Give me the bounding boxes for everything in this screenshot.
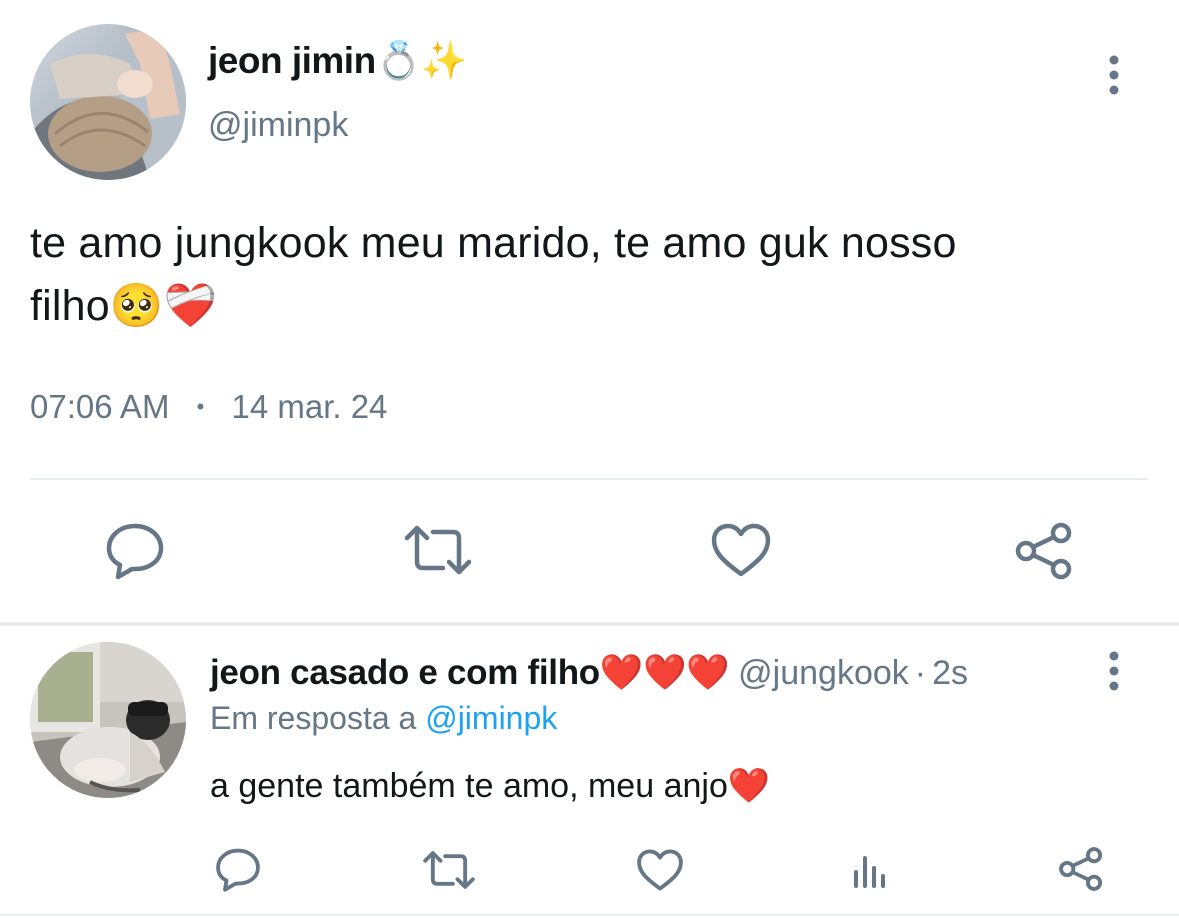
tweet-text-line2: filho — [30, 282, 110, 330]
tweet-date: 14 mar. 24 — [231, 388, 388, 425]
reply-text: a gente também te amo, meu anjo❤️ — [210, 766, 770, 806]
author-name[interactable]: jeon jimin — [208, 40, 376, 81]
reply-author-name[interactable]: jeon casado e com filho — [210, 653, 600, 692]
tweet-text-emoji: 🥺❤️‍🩹 — [109, 282, 218, 330]
author-name-emoji: 💍✨ — [375, 40, 468, 81]
divider — [30, 478, 1148, 480]
reply-context: Em resposta a @jiminpk — [210, 700, 557, 737]
reply-author-handle[interactable]: @jungkook — [738, 654, 909, 692]
reply-context-prefix: Em resposta a — [210, 700, 426, 736]
analytics-icon[interactable] — [850, 850, 890, 890]
reply-author-name-emoji: ❤️❤️❤️ — [599, 653, 730, 692]
reply-icon[interactable] — [104, 520, 166, 580]
reply-share-icon[interactable] — [1058, 846, 1104, 892]
tweet-text: te amo jungkook meu marido, te amo guk n… — [30, 212, 1150, 338]
reply-avatar[interactable] — [30, 642, 186, 798]
like-icon[interactable] — [710, 522, 772, 578]
reply-like-icon[interactable] — [636, 848, 684, 892]
meta-separator: • — [196, 394, 205, 419]
tweet-time: 07:06 AM — [30, 388, 170, 425]
share-icon[interactable] — [1014, 522, 1074, 580]
reply-text-body: a gente também te amo, meu anjo — [210, 767, 728, 805]
reply-time: 2s — [932, 654, 969, 692]
tweet-text-line1: te amo jungkook meu marido, te amo guk n… — [30, 219, 957, 267]
reply-text-emoji: ❤️ — [727, 767, 771, 805]
tweet-meta: 07:06 AM • 14 mar. 24 — [30, 388, 387, 426]
section-separator — [0, 622, 1179, 626]
reply-reply-icon[interactable] — [214, 846, 262, 892]
reply-more-options-icon[interactable] — [1104, 651, 1124, 691]
retweet-icon[interactable] — [403, 524, 473, 576]
reply-to-link[interactable]: @jiminpk — [425, 700, 557, 736]
author-handle[interactable]: @jiminpk — [208, 106, 348, 145]
more-options-icon[interactable] — [1104, 55, 1124, 95]
bottom-divider — [0, 914, 1179, 916]
main-avatar[interactable] — [30, 24, 186, 180]
reply-time-separator: · — [914, 654, 927, 692]
reply-retweet-icon[interactable] — [422, 850, 476, 890]
